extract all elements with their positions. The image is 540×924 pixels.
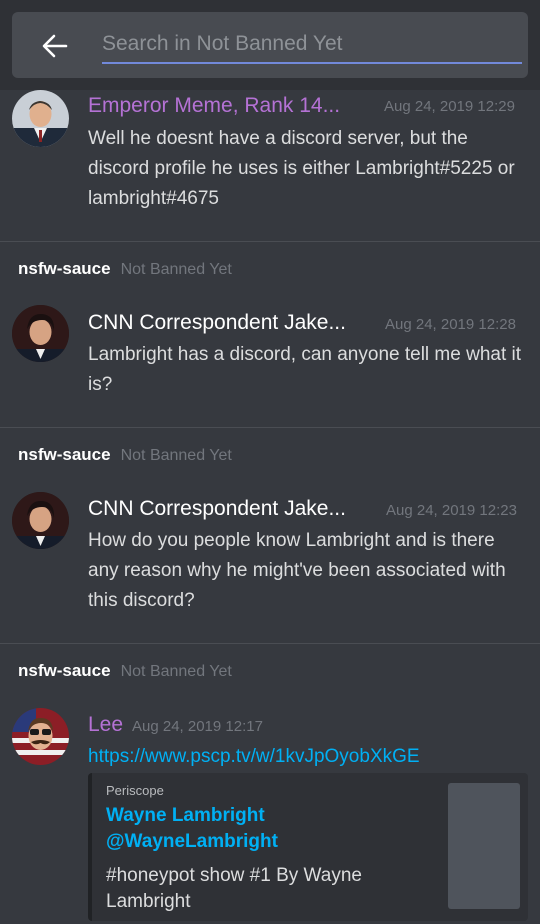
- message-author[interactable]: CNN Correspondent Jake...: [88, 497, 346, 521]
- avatar[interactable]: [12, 305, 69, 362]
- channel-context[interactable]: nsfw-sauce Not Banned Yet: [18, 445, 232, 465]
- link-embed[interactable]: Periscope Wayne Lambright @WayneLambrigh…: [88, 773, 528, 921]
- avatar[interactable]: [12, 708, 69, 765]
- guild-name: Not Banned Yet: [120, 261, 232, 278]
- embed-author-handle[interactable]: @WayneLambright: [106, 829, 278, 855]
- message-timestamp: Aug 24, 2019 12:17: [132, 718, 263, 735]
- channel-context[interactable]: nsfw-sauce Not Banned Yet: [18, 259, 232, 279]
- embed-author-name[interactable]: Wayne Lambright: [106, 803, 265, 829]
- divider: [0, 643, 540, 644]
- embed-description: #honeypot show #1 By Wayne Lambright: [106, 865, 362, 912]
- message-text: Well he doesnt have a discord server, bu…: [88, 128, 515, 209]
- divider: [0, 427, 540, 428]
- channel-name[interactable]: nsfw-sauce: [18, 259, 111, 278]
- message-timestamp: Aug 24, 2019 12:23: [386, 502, 517, 519]
- divider: [0, 241, 540, 242]
- channel-name[interactable]: nsfw-sauce: [18, 445, 111, 464]
- search-header: [0, 0, 540, 90]
- channel-name[interactable]: nsfw-sauce: [18, 661, 111, 680]
- back-arrow-icon[interactable]: [40, 32, 68, 60]
- message-timestamp: Aug 24, 2019 12:29: [384, 98, 515, 115]
- message-timestamp: Aug 24, 2019 12:28: [385, 316, 516, 333]
- avatar[interactable]: [12, 90, 69, 147]
- message-text: How do you people know Lambright and is …: [88, 530, 506, 611]
- channel-context[interactable]: nsfw-sauce Not Banned Yet: [18, 661, 232, 681]
- guild-name: Not Banned Yet: [120, 663, 232, 680]
- search-input[interactable]: [102, 30, 522, 64]
- message-author[interactable]: Emperor Meme, Rank 14...: [88, 94, 340, 118]
- message-text: Lambright has a discord, can anyone tell…: [88, 344, 522, 395]
- message-author[interactable]: CNN Correspondent Jake...: [88, 311, 346, 335]
- embed-thumbnail[interactable]: [448, 783, 520, 909]
- guild-name: Not Banned Yet: [120, 447, 232, 464]
- message-author[interactable]: Lee: [88, 713, 123, 737]
- search-box: [12, 12, 528, 78]
- message-link[interactable]: https://www.pscp.tv/w/1kvJpOyobXkGE: [88, 742, 528, 772]
- embed-provider[interactable]: Periscope: [106, 783, 164, 798]
- avatar[interactable]: [12, 492, 69, 549]
